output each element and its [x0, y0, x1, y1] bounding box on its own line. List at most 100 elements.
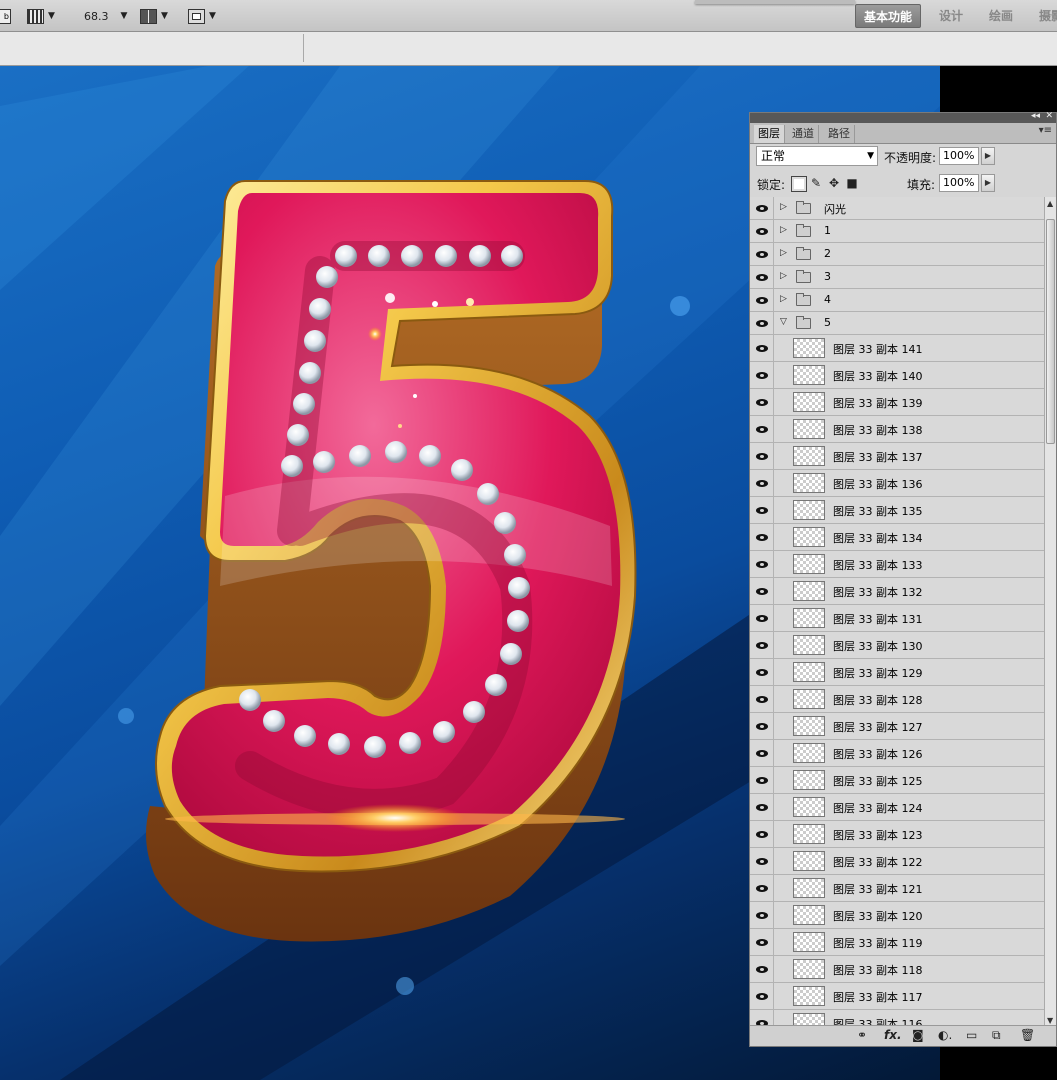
blend-mode-select[interactable]: 正常 ▼: [756, 146, 878, 166]
visibility-eye-icon[interactable]: [750, 794, 774, 820]
visibility-eye-icon[interactable]: [750, 740, 774, 766]
visibility-eye-icon[interactable]: [750, 362, 774, 388]
layer-list-scrollbar[interactable]: ▲ ▼: [1044, 197, 1056, 1027]
visibility-eye-icon[interactable]: [750, 335, 774, 361]
layer-group-row[interactable]: ▷ 2: [750, 243, 1044, 266]
visibility-eye-icon[interactable]: [750, 686, 774, 712]
lock-all-icon[interactable]: ■: [845, 176, 859, 190]
lock-transparency-icon[interactable]: [791, 176, 807, 192]
panel-menu-icon[interactable]: ▾≡: [1039, 125, 1052, 136]
visibility-eye-icon[interactable]: [750, 632, 774, 658]
expand-triangle-icon[interactable]: ▷: [780, 271, 787, 281]
layer-group-row[interactable]: ▽ 5: [750, 312, 1044, 335]
visibility-eye-icon[interactable]: [750, 197, 774, 219]
layer-row[interactable]: 图层 33 副本 134: [750, 524, 1044, 551]
layer-row[interactable]: 图层 33 副本 125: [750, 767, 1044, 794]
layer-style-fx-icon[interactable]: fx.: [884, 1028, 902, 1042]
visibility-eye-icon[interactable]: [750, 312, 774, 334]
layer-row[interactable]: 图层 33 副本 141: [750, 335, 1044, 362]
visibility-eye-icon[interactable]: [750, 578, 774, 604]
visibility-eye-icon[interactable]: [750, 902, 774, 928]
expand-triangle-icon[interactable]: ▷: [780, 202, 787, 212]
scrollbar-thumb[interactable]: [1046, 219, 1055, 444]
workspace-tab-painting[interactable]: 绘画: [981, 4, 1021, 28]
workspace-tab-essentials[interactable]: 基本功能: [854, 4, 921, 28]
visibility-eye-icon[interactable]: [750, 497, 774, 523]
scroll-up-icon[interactable]: ▲: [1047, 199, 1053, 208]
layer-row[interactable]: 图层 33 副本 128: [750, 686, 1044, 713]
opacity-field[interactable]: 100%: [939, 147, 979, 165]
visibility-eye-icon[interactable]: [750, 551, 774, 577]
scroll-down-icon[interactable]: ▼: [1047, 1016, 1053, 1025]
bridge-button[interactable]: b: [0, 7, 11, 25]
view-extras-button[interactable]: ▼: [27, 7, 55, 25]
layer-row[interactable]: 图层 33 副本 117: [750, 983, 1044, 1010]
fill-slider-button[interactable]: ▶: [981, 174, 995, 192]
layer-row[interactable]: 图层 33 副本 126: [750, 740, 1044, 767]
layer-row[interactable]: 图层 33 副本 140: [750, 362, 1044, 389]
layer-row[interactable]: 图层 33 副本 131: [750, 605, 1044, 632]
tab-paths[interactable]: 路径: [824, 125, 855, 143]
visibility-eye-icon[interactable]: [750, 389, 774, 415]
collapse-triangle-icon[interactable]: ▽: [780, 317, 787, 327]
visibility-eye-icon[interactable]: [750, 929, 774, 955]
visibility-eye-icon[interactable]: [750, 875, 774, 901]
expand-triangle-icon[interactable]: ▷: [780, 294, 787, 304]
lock-pixels-icon[interactable]: ✎: [809, 176, 823, 190]
new-layer-icon[interactable]: ⧉: [992, 1028, 1001, 1043]
layer-row[interactable]: 图层 33 副本 127: [750, 713, 1044, 740]
arrange-documents-button[interactable]: ▼: [140, 7, 168, 25]
layer-group-row[interactable]: ▷ 闪光: [750, 197, 1044, 220]
visibility-eye-icon[interactable]: [750, 220, 774, 242]
visibility-eye-icon[interactable]: [750, 983, 774, 1009]
collapse-icon[interactable]: ◂◂: [1031, 111, 1040, 121]
add-mask-icon[interactable]: ◙: [912, 1028, 924, 1042]
visibility-eye-icon[interactable]: [750, 767, 774, 793]
layer-row[interactable]: 图层 33 副本 120: [750, 902, 1044, 929]
layer-row[interactable]: 图层 33 副本 122: [750, 848, 1044, 875]
close-icon[interactable]: ✕: [1045, 111, 1053, 121]
trash-icon[interactable]: 🗑: [1020, 1028, 1035, 1042]
visibility-eye-icon[interactable]: [750, 266, 774, 288]
visibility-eye-icon[interactable]: [750, 821, 774, 847]
visibility-eye-icon[interactable]: [750, 605, 774, 631]
workspace-tab-photography[interactable]: 摄影: [1031, 4, 1057, 28]
tab-layers[interactable]: 图层: [754, 125, 785, 143]
adjustment-layer-icon[interactable]: ◐.: [938, 1028, 952, 1042]
layer-row[interactable]: 图层 33 副本 133: [750, 551, 1044, 578]
visibility-eye-icon[interactable]: [750, 524, 774, 550]
layer-row[interactable]: 图层 33 副本 121: [750, 875, 1044, 902]
new-group-icon[interactable]: ▭: [966, 1028, 977, 1042]
visibility-eye-icon[interactable]: [750, 848, 774, 874]
layer-group-row[interactable]: ▷ 4: [750, 289, 1044, 312]
visibility-eye-icon[interactable]: [750, 956, 774, 982]
visibility-eye-icon[interactable]: [750, 416, 774, 442]
workspace-tab-design[interactable]: 设计: [931, 4, 971, 28]
layer-row[interactable]: 图层 33 副本 138: [750, 416, 1044, 443]
visibility-eye-icon[interactable]: [750, 443, 774, 469]
visibility-eye-icon[interactable]: [750, 659, 774, 685]
screen-mode-button[interactable]: ▼: [188, 7, 216, 25]
expand-triangle-icon[interactable]: ▷: [780, 248, 787, 258]
visibility-eye-icon[interactable]: [750, 713, 774, 739]
layer-group-row[interactable]: ▷ 3: [750, 266, 1044, 289]
opacity-slider-button[interactable]: ▶: [981, 147, 995, 165]
layer-row[interactable]: 图层 33 副本 137: [750, 443, 1044, 470]
layer-row[interactable]: 图层 33 副本 119: [750, 929, 1044, 956]
layer-row[interactable]: 图层 33 副本 139: [750, 389, 1044, 416]
visibility-eye-icon[interactable]: [750, 289, 774, 311]
layer-row[interactable]: 图层 33 副本 124: [750, 794, 1044, 821]
layer-row[interactable]: 图层 33 副本 135: [750, 497, 1044, 524]
link-layers-icon[interactable]: ⚭: [857, 1028, 867, 1042]
visibility-eye-icon[interactable]: [750, 243, 774, 265]
expand-triangle-icon[interactable]: ▷: [780, 225, 787, 235]
visibility-eye-icon[interactable]: [750, 470, 774, 496]
layer-row[interactable]: 图层 33 副本 130: [750, 632, 1044, 659]
layer-row[interactable]: 图层 33 副本 123: [750, 821, 1044, 848]
layer-row[interactable]: 图层 33 副本 118: [750, 956, 1044, 983]
zoom-level-dropdown[interactable]: 68.3 ▼: [84, 7, 127, 25]
layer-row[interactable]: 图层 33 副本 136: [750, 470, 1044, 497]
tab-channels[interactable]: 通道: [788, 125, 819, 143]
layer-row[interactable]: 图层 33 副本 132: [750, 578, 1044, 605]
lock-position-icon[interactable]: ✥: [827, 176, 841, 190]
